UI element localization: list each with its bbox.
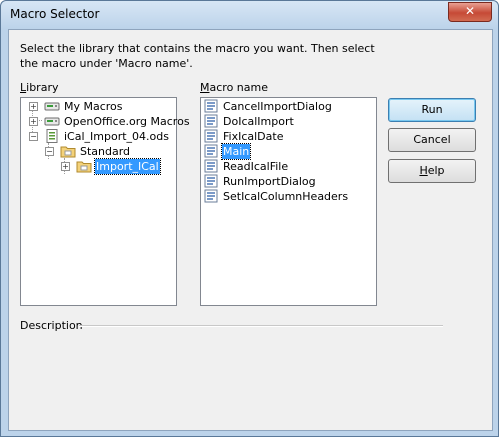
library-folder-icon <box>60 146 76 158</box>
tree-item-label: My Macros <box>64 100 123 113</box>
basic-macro-icon <box>204 114 218 128</box>
basic-macro-icon <box>204 159 218 173</box>
macro-item-label: RunImportDialog <box>223 175 316 188</box>
macro-item-label: FixIcalDate <box>223 130 284 143</box>
basic-macro-icon <box>204 144 218 158</box>
basic-macro-icon <box>204 174 218 188</box>
help-button[interactable]: Help <box>388 159 476 183</box>
description-separator <box>79 325 443 327</box>
macro-container-icon <box>44 102 60 111</box>
description-label: Description <box>20 319 83 332</box>
tree-item-import-ical[interactable]: + Import_ICal <box>59 158 172 175</box>
window-title: Macro Selector <box>10 7 100 21</box>
run-button[interactable]: Run <box>388 98 476 122</box>
collapse-toggle[interactable]: − <box>45 147 54 156</box>
macro-name-label: Macro name <box>200 81 268 94</box>
expand-toggle[interactable]: + <box>29 102 38 111</box>
tree-item-my-macros[interactable]: + My Macros <box>27 99 172 114</box>
macro-item-label: CancelImportDialog <box>223 100 332 113</box>
tree-item-label: OpenOffice.org Macros <box>64 115 190 128</box>
macro-item-label: DoIcalImport <box>223 115 294 128</box>
macro-container-icon <box>44 117 60 126</box>
expand-toggle[interactable]: + <box>29 117 38 126</box>
macro-item-label: SetIcalColumnHeaders <box>223 190 349 203</box>
macro-selector-window: Macro Selector ✕ Select the library that… <box>0 0 499 437</box>
instruction-text: Select the library that contains the mac… <box>20 42 375 70</box>
tree-item-label: Import_ICal <box>94 158 161 175</box>
collapse-toggle[interactable]: − <box>29 132 38 141</box>
basic-macro-icon <box>204 99 218 113</box>
basic-macro-icon <box>204 129 218 143</box>
macro-item-label: ReadIcalFile <box>223 160 289 173</box>
macro-item-label: Main <box>220 143 252 160</box>
basic-macro-icon <box>204 189 218 203</box>
library-tree[interactable]: + My Macros + OpenOffice.org Macros − iC… <box>20 97 190 306</box>
library-label: Library <box>20 81 59 94</box>
tree-item-label: Standard <box>80 145 131 158</box>
tree-item-label: iCal_Import_04.ods <box>64 130 169 143</box>
close-icon: ✕ <box>464 4 476 18</box>
tree-item-openoffice-macros[interactable]: + OpenOffice.org Macros <box>27 114 190 129</box>
module-folder-icon <box>76 161 92 173</box>
spreadsheet-document-icon <box>46 129 58 143</box>
tree-item-standard[interactable]: − Standard <box>43 144 172 159</box>
title-bar[interactable]: Macro Selector ✕ <box>1 1 498 29</box>
cancel-button[interactable]: Cancel <box>388 128 476 152</box>
macro-list[interactable]: CancelImportDialog DoIcalImport FixIcalD… <box>200 97 377 306</box>
dialog-body: Select the library that contains the mac… <box>8 29 493 431</box>
expand-toggle[interactable]: + <box>61 162 70 171</box>
close-button[interactable]: ✕ <box>448 2 492 22</box>
tree-item-ical-document[interactable]: − iCal_Import_04.ods <box>27 129 172 144</box>
